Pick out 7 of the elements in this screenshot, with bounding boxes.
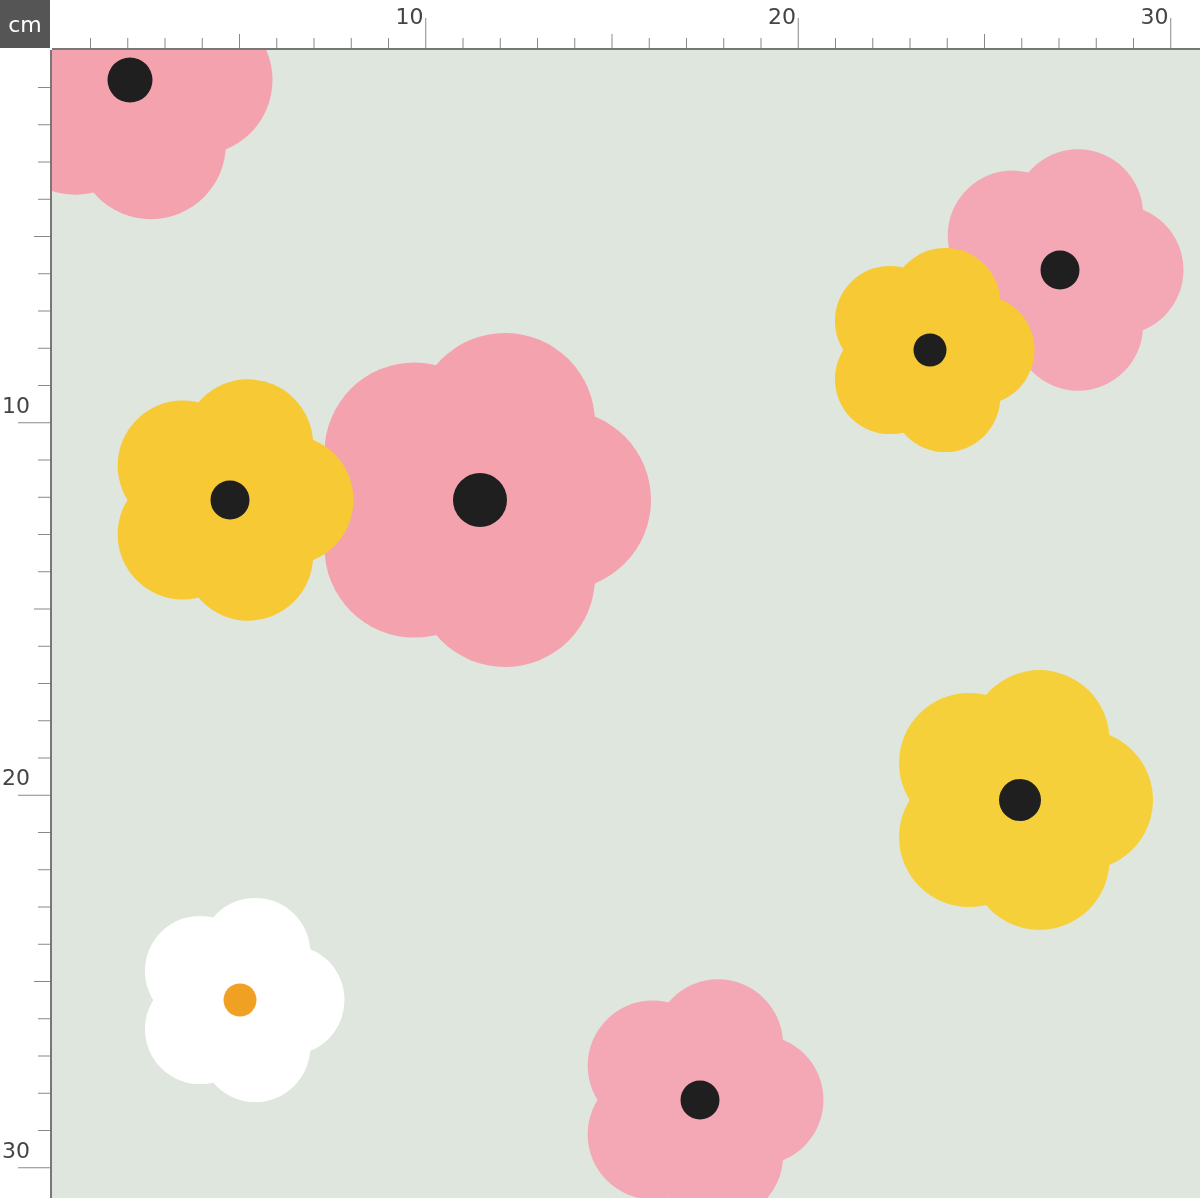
ruler-number: 30 xyxy=(1139,4,1169,29)
ruler-number: 10 xyxy=(2,392,30,418)
unit-label: cm xyxy=(0,0,50,48)
ruler-number: 20 xyxy=(767,4,796,29)
ruler-number: 10 xyxy=(394,4,424,29)
ruler-number: 20 xyxy=(2,765,30,790)
ruler-number: 30 xyxy=(2,1137,30,1163)
